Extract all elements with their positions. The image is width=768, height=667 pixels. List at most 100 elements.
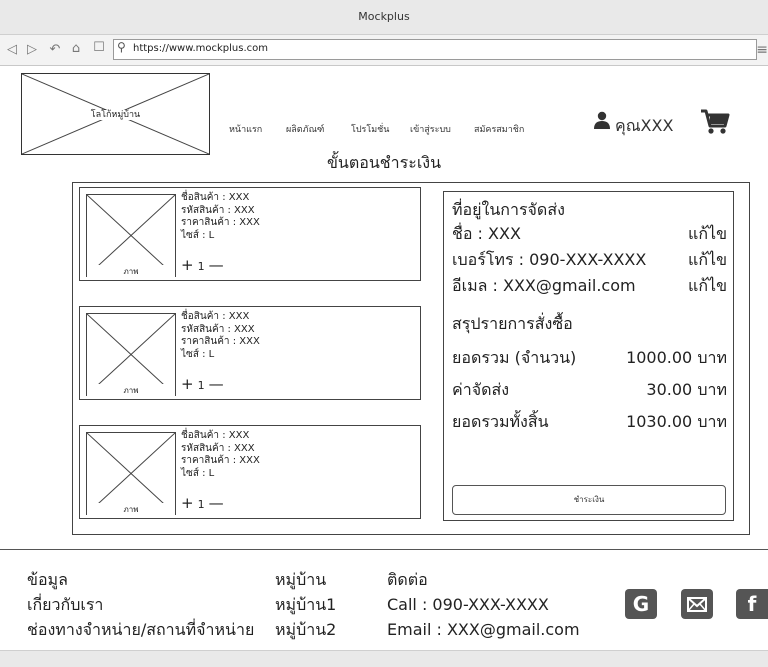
product-name: ชื่อสินค้า : XXX [181, 430, 250, 441]
pay-button[interactable]: ชำระเงิน [452, 485, 726, 515]
footer-village2-link[interactable]: หมู่บ้าน2 [275, 617, 336, 642]
product-image: ภาพ [86, 194, 176, 278]
edit-name-link[interactable]: แก้ไข [688, 222, 727, 247]
footer-village-column: หมู่บ้าน หมู่บ้าน1 หมู่บ้าน2 [275, 567, 336, 642]
forward-arrow-icon[interactable]: ▷ [24, 42, 40, 57]
nav-products[interactable]: ผลิตภัณฑ์ [286, 122, 324, 136]
nav-register[interactable]: สมัครสมาชิก [474, 122, 524, 136]
shipping-fee-label: ค่าจัดส่ง [452, 380, 510, 399]
total-label: ยอดรวมทั้งสิ้น [452, 412, 549, 431]
subtotal-value: 1000.00 บาท [626, 348, 727, 367]
footer-info-heading: ข้อมูล [27, 570, 68, 589]
bookmark-icon[interactable]: ☐ [91, 40, 107, 55]
quantity-value: 1 [197, 379, 205, 392]
increase-button[interactable]: + [181, 375, 194, 393]
product-image: ภาพ [86, 432, 176, 516]
footer-contact-column: ติดต่อ Call : 090-XXX-XXXX Email : XXX@g… [387, 567, 580, 642]
product-code: รหัสสินค้า : XXX [181, 323, 255, 335]
increase-button[interactable]: + [181, 256, 194, 274]
nav-home[interactable]: หน้าแรก [229, 122, 262, 136]
browser-toolbar: ◁ ▷ ↶ ⌂ ☐ ⚲ https://www.mockplus.com ≡ [0, 35, 768, 66]
placeholder-cross [86, 432, 176, 515]
footer-email: Email : XXX@gmail.com [387, 620, 580, 639]
product-price: ราคาสินค้า : XXX [181, 217, 260, 228]
footer-contact-heading: ติดต่อ [387, 570, 428, 589]
shipping-name-row: ชื่อ : XXX แก้ไข [452, 222, 727, 247]
product-size: ไซส์ : L [181, 229, 215, 241]
product-code: รหัสสินค้า : XXX [181, 442, 255, 454]
address-url: https://www.mockplus.com [133, 43, 268, 54]
product-name: ชื่อสินค้า : XXX [181, 311, 250, 322]
page-title: ขั้นตอนชำระเงิน [326, 153, 442, 172]
product-info: ชื่อสินค้า : XXX รหัสสินค้า : XXX ราคาสิ… [181, 430, 260, 480]
shipping-email: อีเมล : XXX@gmail.com [452, 276, 636, 295]
cart-icon[interactable] [700, 108, 730, 136]
nav-login[interactable]: เข้าสู่ระบบ [410, 122, 451, 136]
product-image-label: ภาพ [121, 386, 141, 395]
shipping-email-row: อีเมล : XXX@gmail.com แก้ไข [452, 274, 727, 299]
footer-phone: Call : 090-XXX-XXXX [387, 595, 549, 614]
product-price: ราคาสินค้า : XXX [181, 336, 260, 347]
shipping-fee-row: ค่าจัดส่ง 30.00 บาท [452, 378, 727, 403]
window-titlebar: Mockplus [0, 0, 768, 35]
edit-email-link[interactable]: แก้ไข [688, 274, 727, 299]
total-value: 1030.00 บาท [626, 412, 727, 431]
menu-icon[interactable]: ≡ [756, 42, 768, 58]
user-icon[interactable] [594, 111, 610, 129]
product-name: ชื่อสินค้า : XXX [181, 192, 250, 203]
quantity-value: 1 [197, 260, 205, 273]
product-image-label: ภาพ [121, 267, 141, 276]
product-info: ชื่อสินค้า : XXX รหัสสินค้า : XXX ราคาสิ… [181, 311, 260, 361]
total-row: ยอดรวมทั้งสิ้น 1030.00 บาท [452, 410, 727, 435]
placeholder-cross [86, 194, 176, 277]
shipping-heading: ที่อยู่ในการจัดส่ง [452, 200, 565, 219]
placeholder-cross [86, 313, 176, 396]
decrease-button[interactable]: — [209, 375, 224, 393]
facebook-icon[interactable]: f [736, 589, 768, 619]
decrease-button[interactable]: — [209, 256, 224, 274]
logo-placeholder[interactable]: โลโก้หมู่บ้าน [21, 73, 210, 155]
shipping-phone-row: เบอร์โทร : 090-XXX-XXXX แก้ไข [452, 248, 727, 273]
quantity-stepper: +1 — [181, 375, 224, 393]
shipping-phone: เบอร์โทร : 090-XXX-XXXX [452, 250, 647, 269]
envelope-glyph [687, 597, 707, 612]
subtotal-label: ยอดรวม (จำนวน) [452, 348, 577, 367]
search-icon: ⚲ [117, 40, 126, 54]
footer-channels-link[interactable]: ช่องทางจำหน่าย/สถานที่จำหน่าย [27, 617, 254, 642]
address-bar[interactable]: ⚲ https://www.mockplus.com [113, 39, 757, 60]
order-summary-panel: ที่อยู่ในการจัดส่ง ชื่อ : XXX แก้ไข เบอร… [443, 191, 734, 521]
product-card: ภาพ ชื่อสินค้า : XXX รหัสสินค้า : XXX รา… [79, 306, 421, 400]
product-size: ไซส์ : L [181, 467, 215, 479]
footer-village1-link[interactable]: หมู่บ้าน1 [275, 592, 336, 617]
edit-phone-link[interactable]: แก้ไข [688, 248, 727, 273]
footer-info-column: ข้อมูล เกี่ยวกับเรา ช่องทางจำหน่าย/สถานท… [27, 567, 254, 642]
quantity-stepper: +1 — [181, 494, 224, 512]
product-card: ภาพ ชื่อสินค้า : XXX รหัสสินค้า : XXX รา… [79, 425, 421, 519]
product-price: ราคาสินค้า : XXX [181, 455, 260, 466]
product-info: ชื่อสินค้า : XXX รหัสสินค้า : XXX ราคาสิ… [181, 192, 260, 242]
home-icon[interactable]: ⌂ [68, 41, 84, 56]
google-icon[interactable]: G [625, 589, 657, 619]
nav-promotions[interactable]: โปรโมชั่น [351, 122, 389, 136]
product-size: ไซส์ : L [181, 348, 215, 360]
window-title: Mockplus [358, 10, 410, 23]
mail-icon[interactable] [681, 589, 713, 619]
increase-button[interactable]: + [181, 494, 194, 512]
window-bottom-bar [0, 650, 768, 667]
quantity-stepper: +1 — [181, 256, 224, 274]
order-heading: สรุปรายการสั่งซื้อ [452, 314, 573, 333]
shipping-name: ชื่อ : XXX [452, 224, 521, 243]
back-arrow-icon[interactable]: ◁ [4, 42, 20, 57]
decrease-button[interactable]: — [209, 494, 224, 512]
shipping-fee-value: 30.00 บาท [646, 380, 727, 399]
product-image: ภาพ [86, 313, 176, 397]
refresh-icon[interactable]: ↶ [47, 42, 63, 57]
quantity-value: 1 [197, 498, 205, 511]
subtotal-row: ยอดรวม (จำนวน) 1000.00 บาท [452, 346, 727, 371]
footer-village-heading: หมู่บ้าน [275, 570, 327, 589]
product-card: ภาพ ชื่อสินค้า : XXX รหัสสินค้า : XXX รา… [79, 187, 421, 281]
username[interactable]: คุณXXX [615, 114, 673, 139]
footer-about-link[interactable]: เกี่ยวกับเรา [27, 592, 254, 617]
logo-label: โลโก้หมู่บ้าน [88, 110, 143, 120]
product-code: รหัสสินค้า : XXX [181, 204, 255, 216]
